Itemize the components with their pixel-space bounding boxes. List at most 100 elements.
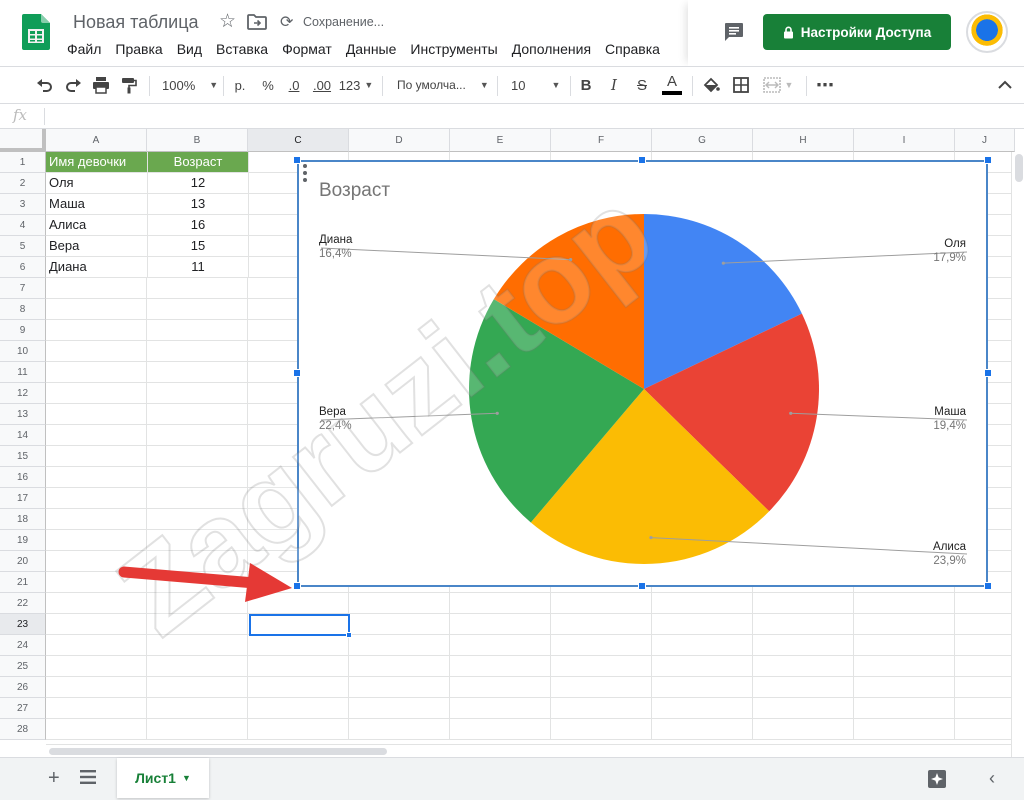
- cell-I26[interactable]: [854, 677, 955, 698]
- cell-A1[interactable]: Имя девочки: [46, 152, 148, 173]
- cell-A27[interactable]: [46, 698, 147, 719]
- cell-H28[interactable]: [753, 719, 854, 740]
- cell-G23[interactable]: [652, 614, 753, 635]
- menu-file[interactable]: Файл: [60, 38, 108, 62]
- column-header-C[interactable]: C: [248, 129, 349, 152]
- cell-B19[interactable]: [147, 530, 248, 551]
- cell-C24[interactable]: [248, 635, 349, 656]
- fill-handle[interactable]: [346, 632, 352, 638]
- cell-J26[interactable]: [955, 677, 1015, 698]
- comment-icon[interactable]: [722, 20, 746, 44]
- merge-cells-icon[interactable]: ▼: [758, 67, 798, 103]
- row-header-28[interactable]: 28: [0, 719, 46, 740]
- explore-icon[interactable]: [927, 769, 947, 789]
- cell-E25[interactable]: [450, 656, 551, 677]
- cell-A15[interactable]: [46, 446, 147, 467]
- cell-J24[interactable]: [955, 635, 1015, 656]
- more-formats-select[interactable]: 123 ▼: [338, 67, 374, 103]
- cell-C25[interactable]: [248, 656, 349, 677]
- cell-H26[interactable]: [753, 677, 854, 698]
- cell-D22[interactable]: [349, 593, 450, 614]
- cell-C28[interactable]: [248, 719, 349, 740]
- column-header-A[interactable]: A: [46, 129, 147, 152]
- cell-F27[interactable]: [551, 698, 652, 719]
- cell-B9[interactable]: [147, 320, 248, 341]
- cell-I22[interactable]: [854, 593, 955, 614]
- cell-B11[interactable]: [147, 362, 248, 383]
- row-header-18[interactable]: 18: [0, 509, 46, 530]
- text-color-button[interactable]: A: [660, 67, 684, 103]
- font-select[interactable]: По умолча... ▼: [390, 67, 490, 103]
- column-header-E[interactable]: E: [450, 129, 551, 152]
- chevron-left-icon[interactable]: ‹: [989, 768, 995, 789]
- borders-icon[interactable]: [730, 67, 752, 103]
- cell-H27[interactable]: [753, 698, 854, 719]
- select-all-corner[interactable]: [0, 129, 46, 152]
- cell-J22[interactable]: [955, 593, 1015, 614]
- cell-F22[interactable]: [551, 593, 652, 614]
- menu-format[interactable]: Формат: [275, 38, 339, 62]
- cell-G24[interactable]: [652, 635, 753, 656]
- cell-A14[interactable]: [46, 425, 147, 446]
- cell-A8[interactable]: [46, 299, 147, 320]
- row-header-27[interactable]: 27: [0, 698, 46, 719]
- cell-A18[interactable]: [46, 509, 147, 530]
- row-header-11[interactable]: 11: [0, 362, 46, 383]
- sheet-tab[interactable]: Лист1 ▼: [117, 758, 209, 798]
- cell-C26[interactable]: [248, 677, 349, 698]
- cell-E22[interactable]: [450, 593, 551, 614]
- cell-A9[interactable]: [46, 320, 147, 341]
- chevron-down-icon[interactable]: ▼: [182, 773, 191, 783]
- menu-insert[interactable]: Вставка: [209, 38, 275, 62]
- menu-tools[interactable]: Инструменты: [403, 38, 504, 62]
- cell-F23[interactable]: [551, 614, 652, 635]
- row-header-2[interactable]: 2: [0, 173, 46, 194]
- row-header-15[interactable]: 15: [0, 446, 46, 467]
- cell-B27[interactable]: [147, 698, 248, 719]
- cell-B12[interactable]: [147, 383, 248, 404]
- cell-F25[interactable]: [551, 656, 652, 677]
- row-header-1[interactable]: 1: [0, 152, 46, 173]
- decrease-decimal-button[interactable]: .0: [283, 67, 305, 103]
- row-header-21[interactable]: 21: [0, 572, 46, 593]
- cell-A10[interactable]: [46, 341, 147, 362]
- column-header-D[interactable]: D: [349, 129, 450, 152]
- cell-G25[interactable]: [652, 656, 753, 677]
- cell-H24[interactable]: [753, 635, 854, 656]
- row-header-25[interactable]: 25: [0, 656, 46, 677]
- cell-B28[interactable]: [147, 719, 248, 740]
- cell-F26[interactable]: [551, 677, 652, 698]
- column-header-F[interactable]: F: [551, 129, 652, 152]
- all-sheets-icon[interactable]: [80, 770, 96, 784]
- cell-I28[interactable]: [854, 719, 955, 740]
- collapse-menu-icon[interactable]: [994, 67, 1016, 103]
- row-header-10[interactable]: 10: [0, 341, 46, 362]
- cell-J28[interactable]: [955, 719, 1015, 740]
- row-header-4[interactable]: 4: [0, 215, 46, 236]
- percent-format-button[interactable]: %: [258, 67, 278, 103]
- horizontal-scroll-thumb[interactable]: [49, 748, 387, 755]
- cell-D27[interactable]: [349, 698, 450, 719]
- cell-A26[interactable]: [46, 677, 147, 698]
- cell-B24[interactable]: [147, 635, 248, 656]
- cell-E23[interactable]: [450, 614, 551, 635]
- cell-J23[interactable]: [955, 614, 1015, 635]
- row-header-3[interactable]: 3: [0, 194, 46, 215]
- menu-data[interactable]: Данные: [339, 38, 404, 62]
- resize-handle-right[interactable]: [984, 369, 992, 377]
- currency-format-button[interactable]: р.: [230, 67, 250, 103]
- column-header-H[interactable]: H: [753, 129, 854, 152]
- row-header-13[interactable]: 13: [0, 404, 46, 425]
- row-header-24[interactable]: 24: [0, 635, 46, 656]
- cell-A11[interactable]: [46, 362, 147, 383]
- cell-B15[interactable]: [147, 446, 248, 467]
- more-options-icon[interactable]: ⋯: [814, 67, 836, 103]
- resize-handle-bottom-right[interactable]: [984, 582, 992, 590]
- cell-B17[interactable]: [147, 488, 248, 509]
- cell-A13[interactable]: [46, 404, 147, 425]
- cell-D26[interactable]: [349, 677, 450, 698]
- italic-button[interactable]: I: [604, 67, 624, 103]
- pie-chart[interactable]: Возраст Оля 17,9% Маша 19,4% Алиса 23,9%…: [297, 160, 988, 587]
- cell-B3[interactable]: 13: [148, 194, 249, 215]
- cell-E24[interactable]: [450, 635, 551, 656]
